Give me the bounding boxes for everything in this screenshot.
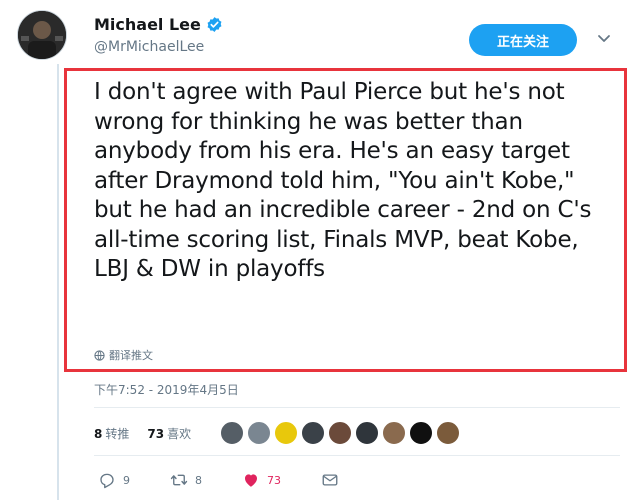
liker-avatars	[220, 421, 460, 445]
chevron-down-icon[interactable]	[596, 30, 612, 46]
tweet-stats: 8 转推 73 喜欢	[94, 425, 191, 442]
liker-avatar[interactable]	[382, 421, 406, 445]
author-block: Michael Lee @MrMichaelLee	[94, 15, 223, 55]
retweet-count: 8	[94, 427, 103, 441]
like-count: 73	[147, 427, 165, 441]
retweet-button[interactable]: 8	[170, 471, 202, 489]
like-action-count: 73	[267, 473, 281, 487]
liker-avatar[interactable]	[355, 421, 379, 445]
liker-avatar[interactable]	[409, 421, 433, 445]
retweet-stat-label: 转推	[105, 427, 130, 441]
thread-line	[57, 64, 59, 500]
tweet-text: I don't agree with Paul Pierce but he's …	[94, 79, 592, 282]
reply-count: 9	[123, 473, 130, 487]
divider	[94, 455, 620, 456]
avatar-image	[18, 11, 66, 59]
heart-icon	[245, 474, 257, 487]
author-handle[interactable]: @MrMichaelLee	[94, 39, 223, 55]
like-stat[interactable]: 73 喜欢	[147, 425, 191, 442]
avatar[interactable]	[17, 10, 67, 60]
retweet-stat[interactable]: 8 转推	[94, 425, 129, 442]
tweet-timestamp[interactable]: 下午7:52 - 2019年4月5日	[94, 381, 239, 398]
divider	[94, 407, 620, 408]
following-button[interactable]: 正在关注	[469, 24, 577, 56]
translate-label[interactable]: 翻译推文	[109, 347, 153, 363]
liker-avatar[interactable]	[274, 421, 298, 445]
retweet-action-count: 8	[195, 473, 202, 487]
liker-avatar[interactable]	[220, 421, 244, 445]
liker-avatar[interactable]	[328, 421, 352, 445]
reply-button[interactable]: 9	[98, 471, 130, 489]
message-button[interactable]	[321, 471, 339, 489]
verified-badge-icon	[207, 17, 222, 32]
liker-avatar[interactable]	[436, 421, 460, 445]
reply-icon	[100, 473, 114, 489]
liker-avatar[interactable]	[301, 421, 325, 445]
envelope-icon	[322, 474, 338, 486]
author-name[interactable]: Michael Lee	[94, 15, 201, 34]
retweet-icon	[170, 474, 188, 486]
liker-avatar[interactable]	[247, 421, 271, 445]
like-stat-label: 喜欢	[167, 427, 192, 441]
action-bar: 9 8 73	[98, 471, 379, 489]
globe-icon	[94, 349, 105, 361]
translate-tweet-link[interactable]: 翻译推文	[94, 347, 153, 363]
like-button[interactable]: 73	[242, 471, 281, 489]
author-name-row[interactable]: Michael Lee	[94, 15, 223, 34]
